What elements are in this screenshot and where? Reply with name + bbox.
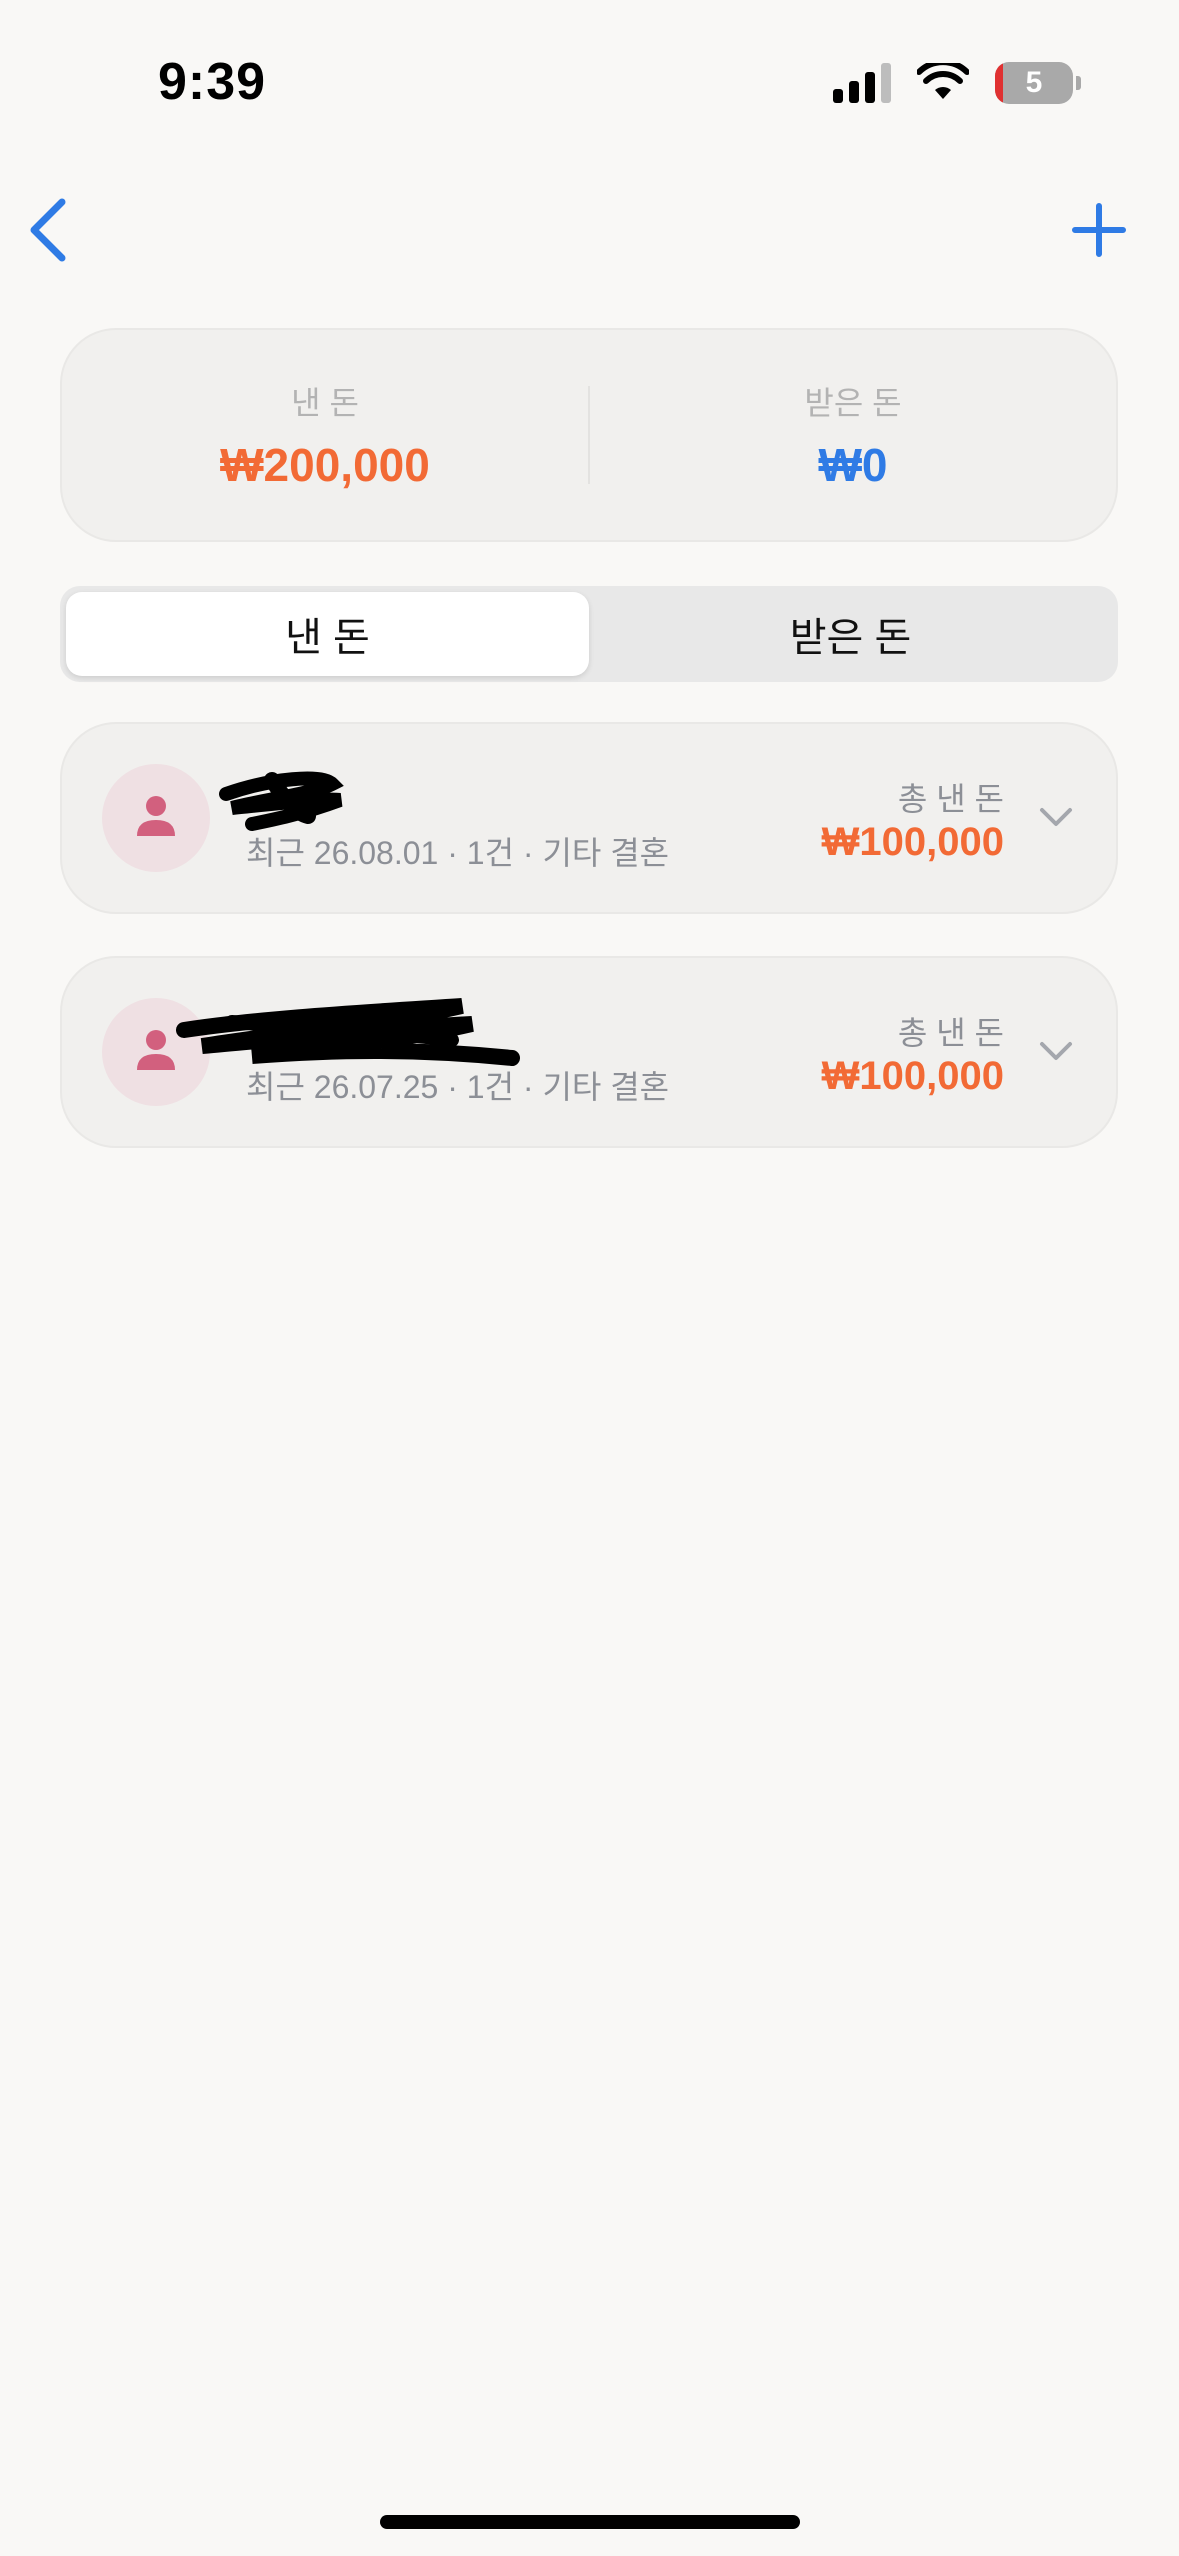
summary-sent-label: 낸 돈 (291, 385, 359, 421)
signal-icon (833, 63, 891, 103)
person-meta: 최근 26.08.01 · 1건 · 기타 결혼 (246, 835, 670, 871)
summary-card: 낸 돈 ₩200,000 받은 돈 ₩0 (60, 328, 1118, 542)
wifi-icon (917, 63, 969, 99)
avatar (102, 764, 210, 872)
chevron-down-icon[interactable] (1036, 802, 1076, 832)
plus-icon (1072, 203, 1126, 257)
battery-level: 5 (1025, 66, 1043, 99)
person-total-label: 총 낸 돈 (897, 1015, 1004, 1051)
back-button[interactable] (18, 190, 88, 270)
chevron-down-icon[interactable] (1036, 1036, 1076, 1066)
summary-received-amount: ₩0 (818, 439, 888, 491)
add-button[interactable] (1059, 190, 1139, 270)
tab-received[interactable]: 받은 돈 (589, 592, 1112, 676)
battery-icon: 5 (995, 62, 1073, 104)
person-card[interactable]: 최근 26.08.01 · 1건 · 기타 결혼 총 낸 돈 ₩100,000 (60, 722, 1118, 914)
person-meta: 최근 26.07.25 · 1건 · 기타 결혼 (246, 1069, 670, 1105)
segmented-control: 낸 돈 받은 돈 (60, 586, 1118, 682)
summary-received-label: 받은 돈 (804, 385, 902, 421)
summary-sent: 낸 돈 ₩200,000 (62, 330, 588, 540)
person-total: ₩100,000 (821, 820, 1004, 864)
person-card[interactable]: 최근 26.07.25 · 1건 · 기타 결혼 총 낸 돈 ₩100,000 (60, 956, 1118, 1148)
home-indicator (380, 2515, 800, 2529)
status-icons: 5 (833, 62, 1081, 104)
summary-received: 받은 돈 ₩0 (590, 330, 1116, 540)
redacted-name (219, 771, 344, 831)
person-icon (137, 796, 175, 836)
summary-sent-amount: ₩200,000 (220, 439, 430, 491)
chevron-left-icon (30, 198, 66, 262)
person-total-label: 총 낸 돈 (897, 781, 1004, 817)
person-total: ₩100,000 (821, 1054, 1004, 1098)
status-time: 9:39 (158, 53, 267, 111)
tab-sent[interactable]: 낸 돈 (66, 592, 589, 676)
